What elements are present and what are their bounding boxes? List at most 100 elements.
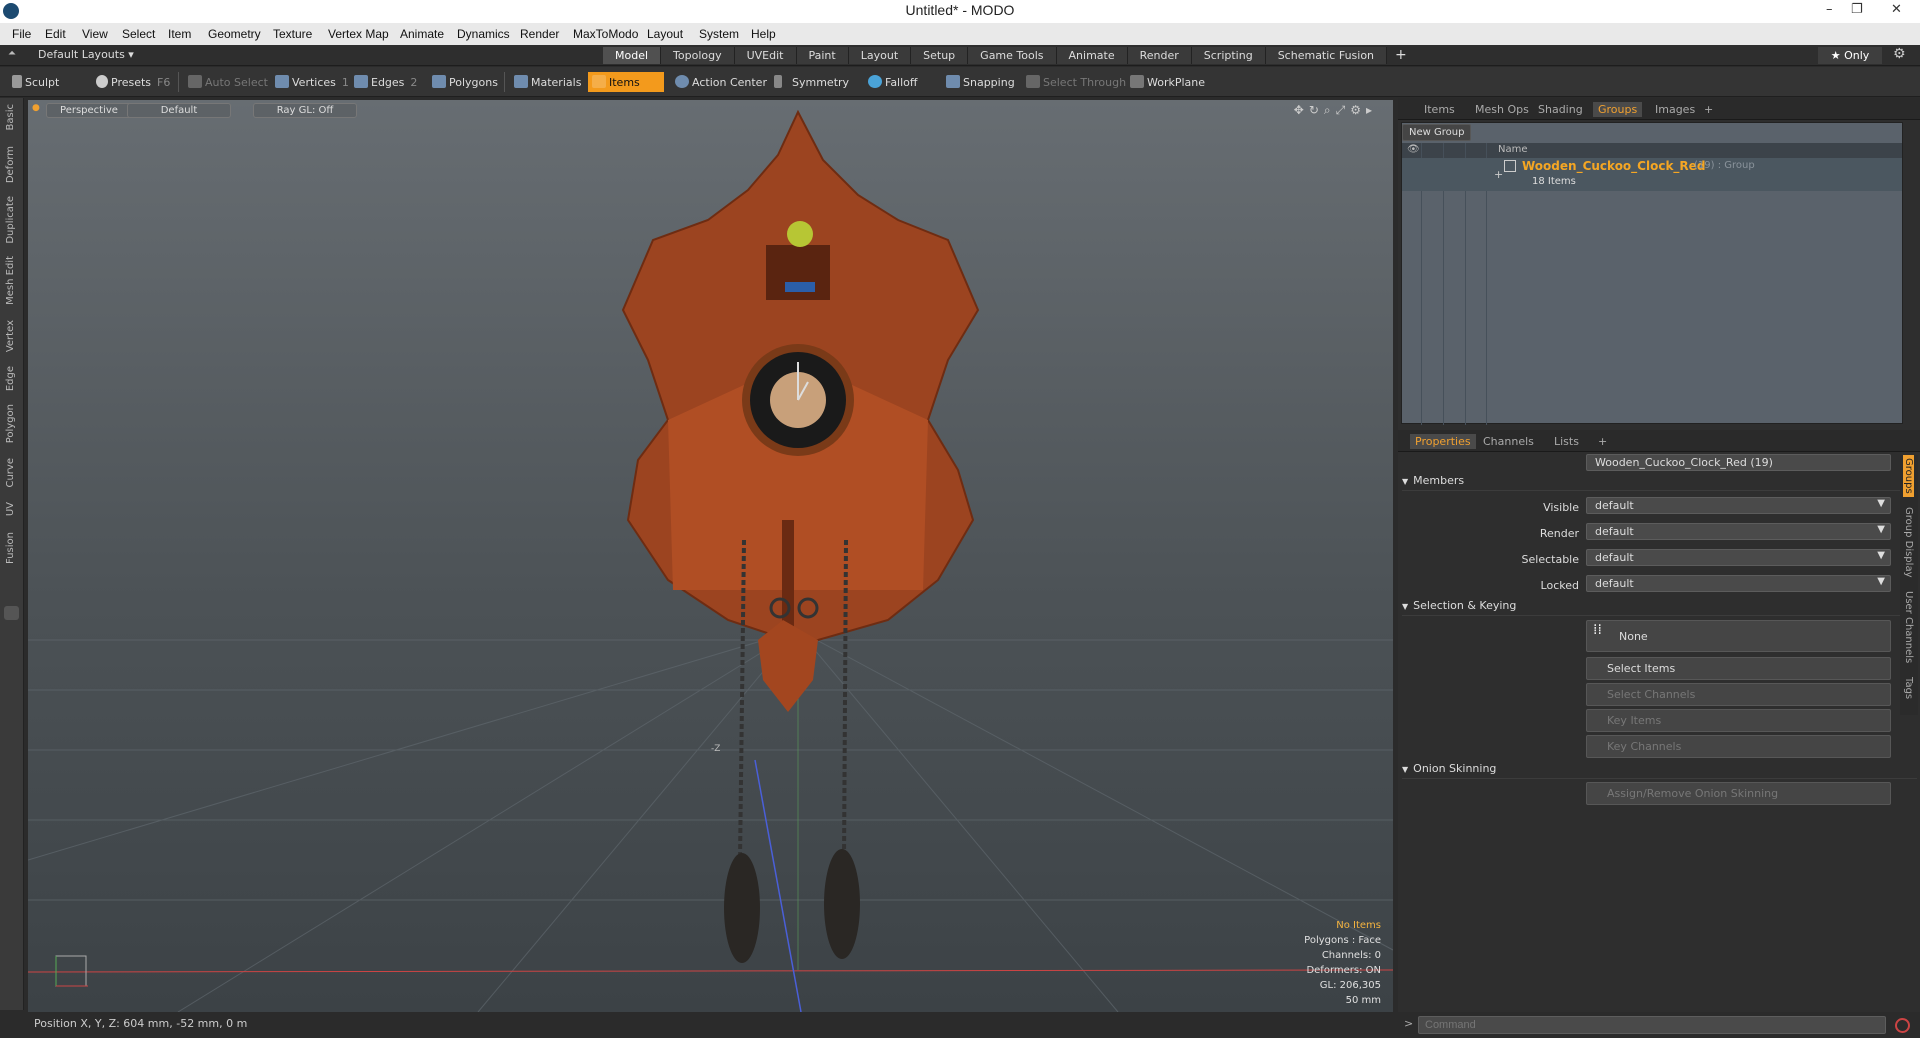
expand-icon[interactable]: + [1494, 168, 1503, 181]
left-tab-uv[interactable]: UV [5, 502, 16, 516]
left-tab-deform[interactable]: Deform [5, 146, 16, 183]
onion-skinning-section[interactable]: ▼ Onion Skinning [1402, 762, 1917, 779]
key-items-button[interactable]: Key Items [1586, 709, 1891, 732]
add-tab-button[interactable]: + [1598, 435, 1607, 448]
none-button[interactable]: ⁞⁞ None [1586, 620, 1891, 652]
selectable-dropdown[interactable]: default ▼ [1586, 549, 1891, 566]
left-tab-mesh-edit[interactable]: Mesh Edit [5, 256, 16, 305]
onion-skinning-button[interactable]: Assign/Remove Onion Skinning [1586, 782, 1891, 805]
group-row[interactable]: + Wooden_Cuckoo_Clock_Red (19) : Group 1… [1402, 158, 1902, 191]
menu-maxtomodo[interactable]: MaxToModo [573, 27, 638, 41]
tab-properties[interactable]: Properties [1410, 434, 1476, 449]
gear-icon[interactable]: ⚙ [1893, 46, 1906, 62]
tab-topology[interactable]: Topology [661, 47, 735, 64]
menu-help[interactable]: Help [751, 27, 776, 41]
raygl-toggle[interactable]: Ray GL: Off [253, 103, 357, 118]
select-items-button[interactable]: Select Items [1586, 657, 1891, 680]
tab-render[interactable]: Render [1127, 47, 1192, 64]
tab-items[interactable]: Items [1424, 103, 1455, 116]
menu-render[interactable]: Render [520, 27, 559, 41]
view-type-dropdown[interactable]: Perspective [46, 103, 132, 118]
minimize-button[interactable]: – [1826, 2, 1833, 17]
materials-button[interactable]: Materials [510, 72, 585, 92]
items-button[interactable]: Items [588, 72, 664, 92]
locked-dropdown[interactable]: default ▼ [1586, 575, 1891, 592]
workplane-button[interactable]: WorkPlane [1126, 72, 1209, 92]
add-tab-button[interactable]: + [1704, 103, 1713, 116]
menu-texture[interactable]: Texture [273, 27, 312, 41]
presets-button[interactable]: Presets F6 [92, 72, 174, 92]
record-icon[interactable] [1895, 1018, 1910, 1033]
side-tab-group-display[interactable]: Group Display [1903, 507, 1914, 577]
menu-layout[interactable]: Layout [647, 27, 683, 41]
left-tab-fusion[interactable]: Fusion [5, 532, 16, 564]
tab-scripting[interactable]: Scripting [1191, 47, 1266, 64]
eye-icon[interactable]: 👁 [1407, 144, 1420, 155]
tab-channels[interactable]: Channels [1483, 435, 1534, 448]
left-tab-curve[interactable]: Curve [5, 458, 16, 488]
falloff-button[interactable]: Falloff [864, 72, 921, 92]
left-tab-duplicate[interactable]: Duplicate [5, 196, 16, 244]
select-through-button[interactable]: Select Through [1022, 72, 1130, 92]
shading-dropdown[interactable]: Default [127, 103, 231, 118]
side-tab-tags[interactable]: Tags [1903, 677, 1914, 699]
menu-item[interactable]: Item [168, 27, 191, 41]
left-tab-basic[interactable]: Basic [5, 104, 16, 130]
left-tab-polygon[interactable]: Polygon [5, 404, 16, 443]
symmetry-button[interactable]: Symmetry [770, 72, 853, 92]
menu-view[interactable]: View [82, 27, 108, 41]
tab-images[interactable]: Images [1655, 103, 1695, 116]
tab-lists[interactable]: Lists [1554, 435, 1579, 448]
toggle-panel-icon[interactable] [4, 606, 19, 620]
viewport-nav-icons[interactable]: ✥↻⌕⤢⚙▸ [1294, 103, 1377, 118]
menu-vertex-map[interactable]: Vertex Map [328, 27, 389, 41]
restore-button[interactable]: ❐ [1851, 2, 1863, 17]
menu-animate[interactable]: Animate [400, 27, 444, 41]
selection-keying-section[interactable]: ▼ Selection & Keying [1402, 599, 1917, 616]
action-center-button[interactable]: Action Center [671, 72, 771, 92]
select-channels-button[interactable]: Select Channels [1586, 683, 1891, 706]
menu-file[interactable]: File [12, 27, 31, 41]
3d-viewport[interactable]: -Z ● Perspective Default Ray GL: Off ✥↻⌕… [28, 100, 1393, 1012]
edges-button[interactable]: Edges 2 [350, 72, 421, 92]
side-tab-user-channels[interactable]: User Channels [1903, 591, 1914, 663]
visible-dropdown[interactable]: default ▼ [1586, 497, 1891, 514]
members-section[interactable]: ▼ Members [1402, 474, 1917, 491]
tab-mesh-ops[interactable]: Mesh Ops [1475, 103, 1529, 116]
close-button[interactable]: ✕ [1891, 2, 1902, 17]
polygons-button[interactable]: Polygons [428, 72, 502, 92]
only-button[interactable]: ★ Only [1818, 47, 1882, 64]
cuckoo-clock-model[interactable] [621, 109, 980, 963]
name-field[interactable]: Wooden_Cuckoo_Clock_Red (19) [1586, 454, 1891, 471]
tab-layout[interactable]: Layout [848, 47, 912, 64]
tab-model[interactable]: Model [603, 47, 662, 64]
auto-select-button[interactable]: Auto Select [184, 72, 272, 92]
tab-paint[interactable]: Paint [796, 47, 849, 64]
left-tab-edge[interactable]: Edge [5, 366, 16, 391]
left-tab-vertex[interactable]: Vertex [5, 320, 16, 352]
viewport-pin-icon[interactable]: ● [32, 103, 40, 113]
key-channels-button[interactable]: Key Channels [1586, 735, 1891, 758]
tab-groups[interactable]: Groups [1593, 102, 1643, 117]
tab-game-tools[interactable]: Game Tools [968, 47, 1057, 64]
menu-select[interactable]: Select [122, 27, 155, 41]
layout-selector[interactable]: Default Layouts ▾ [38, 48, 134, 61]
command-input[interactable] [1418, 1016, 1886, 1034]
tab-setup[interactable]: Setup [911, 47, 969, 64]
tab-shading[interactable]: Shading [1538, 103, 1583, 116]
menu-geometry[interactable]: Geometry [208, 27, 261, 41]
menu-edit[interactable]: Edit [45, 27, 66, 41]
tab-animate[interactable]: Animate [1056, 47, 1128, 64]
new-group-button[interactable]: New Group [1402, 124, 1472, 141]
menu-system[interactable]: System [699, 27, 739, 41]
render-dropdown[interactable]: default ▼ [1586, 523, 1891, 540]
add-tab-button[interactable]: + [1387, 47, 1415, 64]
collapse-icon[interactable]: ⏶ [8, 48, 16, 59]
snapping-button[interactable]: Snapping [942, 72, 1019, 92]
tab-schematic-fusion[interactable]: Schematic Fusion [1265, 47, 1388, 64]
menu-dynamics[interactable]: Dynamics [457, 27, 510, 41]
side-tab-groups[interactable]: Groups [1903, 455, 1914, 497]
vertices-button[interactable]: Vertices 1 [271, 72, 353, 92]
tab-uvedit[interactable]: UVEdit [734, 47, 797, 64]
sculpt-button[interactable]: Sculpt [8, 72, 63, 92]
